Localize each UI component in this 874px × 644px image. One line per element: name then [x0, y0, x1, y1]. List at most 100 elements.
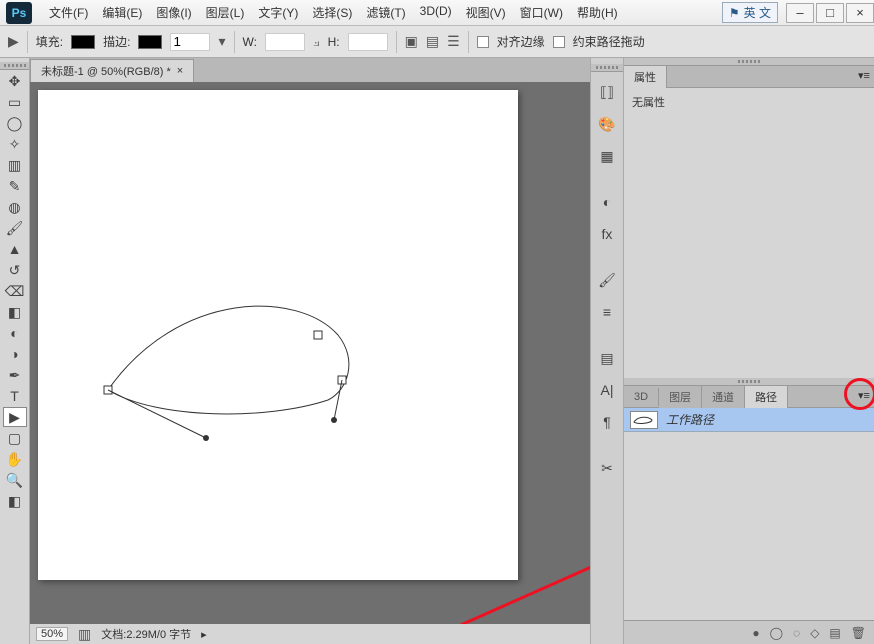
path-align-icon[interactable]: ▤ — [426, 33, 439, 50]
gradient-tool[interactable]: ◧ — [3, 302, 27, 322]
fill-label: 填充: — [36, 33, 63, 50]
path-selection-tool[interactable]: ▶ — [3, 407, 27, 427]
close-button[interactable]: × — [846, 3, 874, 23]
hand-tool[interactable]: ✋ — [3, 449, 27, 469]
strip-grip[interactable] — [591, 64, 623, 72]
window-thumb-icon[interactable]: ▥ — [78, 626, 91, 643]
menu-type[interactable]: 文字(Y) — [253, 2, 303, 23]
paths-panel-footer: ● ◯ ◌ ◇ ▤ 🗑 — [624, 620, 874, 644]
menu-select[interactable]: 选择(S) — [307, 2, 357, 23]
path-ops-icon[interactable]: ▣ — [405, 33, 418, 50]
lang-label: 英 文 — [744, 4, 771, 21]
menu-file[interactable]: 文件(F) — [44, 2, 93, 23]
fill-path-icon[interactable]: ● — [752, 626, 759, 640]
zoom-tool[interactable]: 🔍 — [3, 470, 27, 490]
delete-path-icon[interactable]: 🗑 — [851, 626, 866, 640]
crop-tool[interactable]: ▥ — [3, 155, 27, 175]
work-path-row[interactable]: 工作路径 — [624, 408, 874, 432]
layers-mini-icon[interactable]: ▤ — [595, 346, 619, 370]
width-input[interactable] — [265, 33, 305, 51]
color-swap-tool[interactable]: ◧ — [3, 491, 27, 511]
brush-tool[interactable]: 🖌 — [3, 218, 27, 238]
path-selection-icon: ▶ — [8, 33, 19, 50]
zoom-field[interactable]: 50% — [36, 627, 68, 641]
color-panel-icon[interactable]: 🎨 — [595, 112, 619, 136]
lasso-tool[interactable]: ◯ — [3, 113, 27, 133]
toolbox-grip[interactable] — [0, 62, 29, 70]
clone-stamp-tool[interactable]: ▲ — [3, 239, 27, 259]
height-input[interactable] — [348, 33, 388, 51]
shape-tool[interactable]: ▢ — [3, 428, 27, 448]
move-tool[interactable]: ✥ — [3, 71, 27, 91]
menu-layer[interactable]: 图层(L) — [201, 2, 250, 23]
fill-swatch[interactable] — [71, 35, 95, 49]
menu-filter[interactable]: 滤镜(T) — [361, 2, 410, 23]
eyedropper-tool[interactable]: ✎ — [3, 176, 27, 196]
marquee-tool[interactable]: ▭ — [3, 92, 27, 112]
histogram-icon[interactable]: ⟦⟧ — [595, 80, 619, 104]
menu-window[interactable]: 窗口(W) — [515, 2, 568, 23]
selection-to-path-icon[interactable]: ◇ — [810, 626, 819, 640]
styles-panel-icon[interactable]: fx — [595, 222, 619, 246]
pen-tool[interactable]: ✒ — [3, 365, 27, 385]
document-tab-title: 未标题-1 @ 50%(RGB/8) * — [41, 63, 171, 79]
maximize-button[interactable]: □ — [816, 3, 844, 23]
menu-image[interactable]: 图像(I) — [151, 2, 196, 23]
healing-brush-tool[interactable]: ◍ — [3, 197, 27, 217]
toolbox: ✥ ▭ ◯ ✧ ▥ ✎ ◍ 🖌 ▲ ↺ ⌫ ◧ ◐ ◑ ✒ T ▶ ▢ ✋ 🔍 … — [0, 58, 30, 644]
menu-3d[interactable]: 3D(D) — [415, 2, 457, 23]
link-wh-icon[interactable]: ⟓ — [313, 33, 320, 50]
flag-icon: ⚑ — [729, 6, 740, 20]
constrain-path-label: 约束路径拖动 — [573, 33, 645, 50]
brushes-panel-icon[interactable]: 🖌 — [595, 268, 619, 292]
right-panel-group: 属性 ▾≡ 无属性 3D 图层 通道 路径 ▾≡ 工作路径 — [624, 58, 874, 644]
tab-channels[interactable]: 通道 — [702, 386, 745, 408]
path-to-selection-icon[interactable]: ◌ — [793, 626, 800, 640]
align-edges-checkbox[interactable] — [477, 36, 489, 48]
magic-wand-tool[interactable]: ✧ — [3, 134, 27, 154]
tab-layers[interactable]: 图层 — [659, 386, 702, 408]
menu-edit[interactable]: 编辑(E) — [97, 2, 147, 23]
work-path-thumb — [630, 411, 658, 429]
stroke-path-icon[interactable]: ◯ — [770, 626, 783, 640]
paragraph-panel-icon[interactable]: ¶ — [595, 410, 619, 434]
paths-empty-area[interactable] — [624, 432, 874, 620]
tab-paths[interactable]: 路径 — [745, 386, 788, 408]
tab-3d[interactable]: 3D — [624, 388, 659, 406]
properties-menu-icon[interactable]: ▾≡ — [856, 68, 872, 82]
paths-panel-menu-icon[interactable]: ▾≡ — [856, 388, 872, 402]
stroke-type-dropdown[interactable]: ▾ — [218, 33, 225, 50]
history-brush-tool[interactable]: ↺ — [3, 260, 27, 280]
type-tool[interactable]: T — [3, 386, 27, 406]
path-arrange-icon[interactable]: ☰ — [447, 33, 460, 50]
constrain-path-checkbox[interactable] — [553, 36, 565, 48]
character-panel-icon[interactable]: A| — [595, 378, 619, 402]
menu-view[interactable]: 视图(V) — [461, 2, 511, 23]
tool-presets-icon[interactable]: ✂ — [595, 456, 619, 480]
language-indicator[interactable]: ⚑ 英 文 — [722, 2, 778, 23]
stroke-swatch[interactable] — [138, 35, 162, 49]
brush-presets-icon[interactable]: ≡ — [595, 300, 619, 324]
paths-tab-row: 3D 图层 通道 路径 ▾≡ — [624, 386, 874, 408]
properties-tab[interactable]: 属性 — [624, 66, 667, 88]
status-bar: 50% ▥ 文档:2.29M/0 字节 ▸ — [30, 624, 590, 644]
minimize-button[interactable]: – — [786, 3, 814, 23]
align-edges-label: 对齐边缘 — [497, 33, 545, 50]
canvas-viewport[interactable] — [30, 82, 590, 624]
title-bar: Ps 文件(F) 编辑(E) 图像(I) 图层(L) 文字(Y) 选择(S) 滤… — [0, 0, 874, 26]
eraser-tool[interactable]: ⌫ — [3, 281, 27, 301]
swatches-panel-icon[interactable]: ▦ — [595, 144, 619, 168]
adjustments-panel-icon[interactable]: ◐ — [595, 190, 619, 214]
main-menu: 文件(F) 编辑(E) 图像(I) 图层(L) 文字(Y) 选择(S) 滤镜(T… — [44, 2, 722, 23]
stroke-width-input[interactable] — [170, 33, 210, 51]
dodge-tool[interactable]: ◑ — [3, 344, 27, 364]
document-tab[interactable]: 未标题-1 @ 50%(RGB/8) * × — [30, 59, 194, 82]
document-area: 未标题-1 @ 50%(RGB/8) * × — [30, 58, 590, 644]
new-path-icon[interactable]: ▤ — [829, 626, 840, 640]
canvas[interactable] — [38, 90, 518, 580]
document-tab-close[interactable]: × — [177, 65, 183, 77]
blur-tool[interactable]: ◐ — [3, 323, 27, 343]
doc-info-arrow-icon[interactable]: ▸ — [201, 628, 207, 641]
menu-help[interactable]: 帮助(H) — [572, 2, 623, 23]
work-path-label: 工作路径 — [666, 411, 714, 428]
